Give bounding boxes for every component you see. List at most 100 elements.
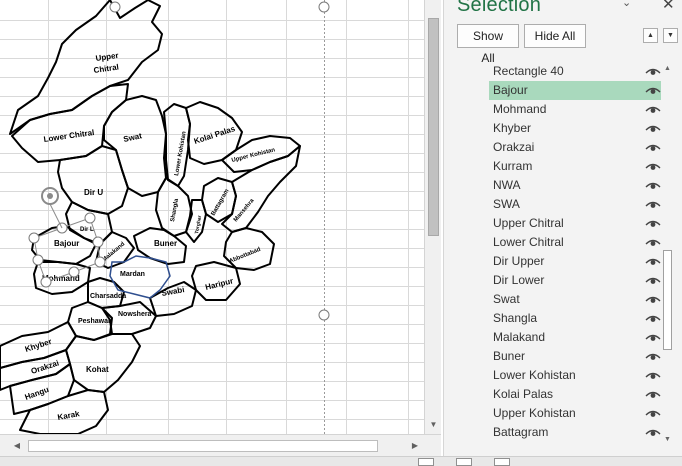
dropdown-icon[interactable]: ⌄ [622, 0, 631, 9]
shape-list-item[interactable]: Dir Lower [489, 271, 661, 290]
scroll-right-arrow-icon[interactable]: ▶ [408, 439, 422, 453]
dir-upper-shape[interactable] [57, 145, 129, 215]
visibility-eye-icon[interactable] [645, 295, 661, 304]
visibility-eye-icon[interactable] [645, 67, 661, 76]
page-layout-view-icon[interactable] [456, 458, 472, 466]
shape-name: Bajour [493, 83, 528, 97]
shape-list-item[interactable]: Orakzai [489, 138, 661, 157]
label-peshawar: Peshawar [78, 318, 111, 325]
shape-name: Orakzai [493, 140, 535, 154]
pane-title: Selection [457, 0, 542, 16]
send-backward-icon[interactable]: ▼ [663, 28, 678, 43]
shape-list-item[interactable]: Swat [489, 290, 661, 309]
close-icon[interactable]: ✕ [662, 0, 675, 13]
worksheet-canvas[interactable]: Upper Chitral Lower Chitral Swat Kolai P… [0, 0, 424, 434]
resize-handle[interactable] [94, 256, 106, 268]
swat-shape[interactable] [103, 95, 167, 197]
pane-scroll-up-icon[interactable]: ▲ [662, 64, 673, 74]
label-lower-chitral: Lower Chitral [43, 128, 95, 144]
visibility-eye-icon[interactable] [645, 219, 661, 228]
vertical-scroll-thumb[interactable] [428, 18, 439, 236]
label-bajour: Bajour [54, 239, 79, 248]
visibility-eye-icon[interactable] [645, 428, 661, 437]
shape-name: Dir Lower [493, 273, 545, 287]
show-all-button[interactable]: Show All [457, 24, 519, 65]
resize-handle[interactable] [28, 232, 40, 244]
shape-list-item[interactable]: SWA [489, 195, 661, 214]
resize-handle[interactable] [40, 276, 52, 288]
shape-list-item[interactable]: Upper Kohistan [489, 404, 661, 423]
shape-list-item[interactable]: Kurram [489, 157, 661, 176]
label-abbottabad: Abbottabad [229, 247, 262, 265]
pane-scrollbar[interactable]: ▲ ▼ [662, 62, 673, 447]
shape-list-item[interactable]: Lower Chitral [489, 233, 661, 252]
shape-name: Rectangle 40 [493, 64, 564, 78]
visibility-eye-icon[interactable] [645, 238, 661, 247]
visibility-eye-icon[interactable] [645, 143, 661, 152]
scroll-left-arrow-icon[interactable]: ◀ [10, 439, 24, 453]
bring-forward-icon[interactable]: ▲ [643, 28, 658, 43]
shape-list-item[interactable]: NWA [489, 176, 661, 195]
horizontal-scroll-thumb[interactable] [28, 440, 378, 452]
selection-pane: Selection ⌄ ✕ Show All Hide All ▲ ▼ Rect… [443, 0, 682, 456]
visibility-eye-icon[interactable] [645, 257, 661, 266]
shape-name: Kolai Palas [493, 387, 554, 401]
label-dir-l: Dir L [80, 227, 94, 233]
shape-name: Lower Kohistan [493, 368, 576, 382]
shape-list-item[interactable]: Bajour [489, 81, 661, 100]
visibility-eye-icon[interactable] [645, 352, 661, 361]
label-nowshera: Nowshera [118, 311, 152, 318]
visibility-eye-icon[interactable] [645, 333, 661, 342]
label-karak: Karak [57, 409, 81, 422]
lower-chitral-shape[interactable] [11, 83, 129, 163]
shape-name: Shangla [493, 311, 538, 325]
shape-name: Dir Upper [493, 254, 545, 268]
label-battagram: Battagram [211, 188, 231, 217]
resize-handle[interactable] [68, 266, 80, 278]
shape-name: SWA [493, 197, 520, 211]
shape-list-item[interactable]: Dir Upper [489, 252, 661, 271]
district-labels: Upper Chitral Lower Chitral Swat Kolai P… [24, 51, 277, 422]
shape-name: Buner [493, 349, 526, 363]
visibility-eye-icon[interactable] [645, 162, 661, 171]
shape-list-item[interactable]: Upper Chitral [489, 214, 661, 233]
normal-view-icon[interactable] [418, 458, 434, 466]
vertical-scrollbar[interactable]: ▼ [424, 0, 441, 434]
horizontal-scrollbar[interactable]: ◀ ▶ [0, 434, 441, 456]
selection-handles[interactable] [28, 187, 106, 288]
shape-list-item[interactable]: Khyber [489, 119, 661, 138]
shape-list-item[interactable]: Malakand [489, 328, 661, 347]
visibility-eye-icon[interactable] [645, 276, 661, 285]
shape-list-item[interactable]: Rectangle 40 [489, 62, 661, 81]
pane-scroll-thumb[interactable] [663, 250, 672, 350]
shape-list-item[interactable]: Buner [489, 347, 661, 366]
shape-list-item[interactable]: Kolai Palas [489, 385, 661, 404]
resize-handle[interactable] [92, 236, 104, 248]
label-hangu: Hangu [24, 385, 51, 402]
visibility-eye-icon[interactable] [645, 371, 661, 380]
visibility-eye-icon[interactable] [645, 314, 661, 323]
visibility-eye-icon[interactable] [645, 124, 661, 133]
shape-list-item[interactable]: Shangla [489, 309, 661, 328]
district-map[interactable]: Upper Chitral Lower Chitral Swat Kolai P… [0, 0, 424, 434]
visibility-eye-icon[interactable] [645, 105, 661, 114]
shape-name: Swat [493, 292, 520, 306]
shape-list-item[interactable]: Lower Kohistan [489, 366, 661, 385]
visibility-eye-icon[interactable] [645, 390, 661, 399]
shape-name: Lower Chitral [493, 235, 564, 249]
resize-handle[interactable] [32, 254, 44, 266]
visibility-eye-icon[interactable] [645, 181, 661, 190]
page-break-view-icon[interactable] [494, 458, 510, 466]
shape-name: Mohmand [493, 102, 547, 116]
shape-list-item[interactable]: Battagram [489, 423, 661, 442]
pane-scroll-down-icon[interactable]: ▼ [662, 435, 673, 445]
scroll-down-arrow-icon[interactable]: ▼ [425, 418, 442, 432]
visibility-eye-icon[interactable] [645, 409, 661, 418]
resize-handle[interactable] [84, 212, 96, 224]
rotate-handle[interactable] [41, 187, 59, 205]
hide-all-button[interactable]: Hide All [524, 24, 586, 48]
visibility-eye-icon[interactable] [645, 200, 661, 209]
shape-list-item[interactable]: Mohmand [489, 100, 661, 119]
visibility-eye-icon[interactable] [645, 86, 661, 95]
shape-name: Kurram [493, 159, 533, 173]
